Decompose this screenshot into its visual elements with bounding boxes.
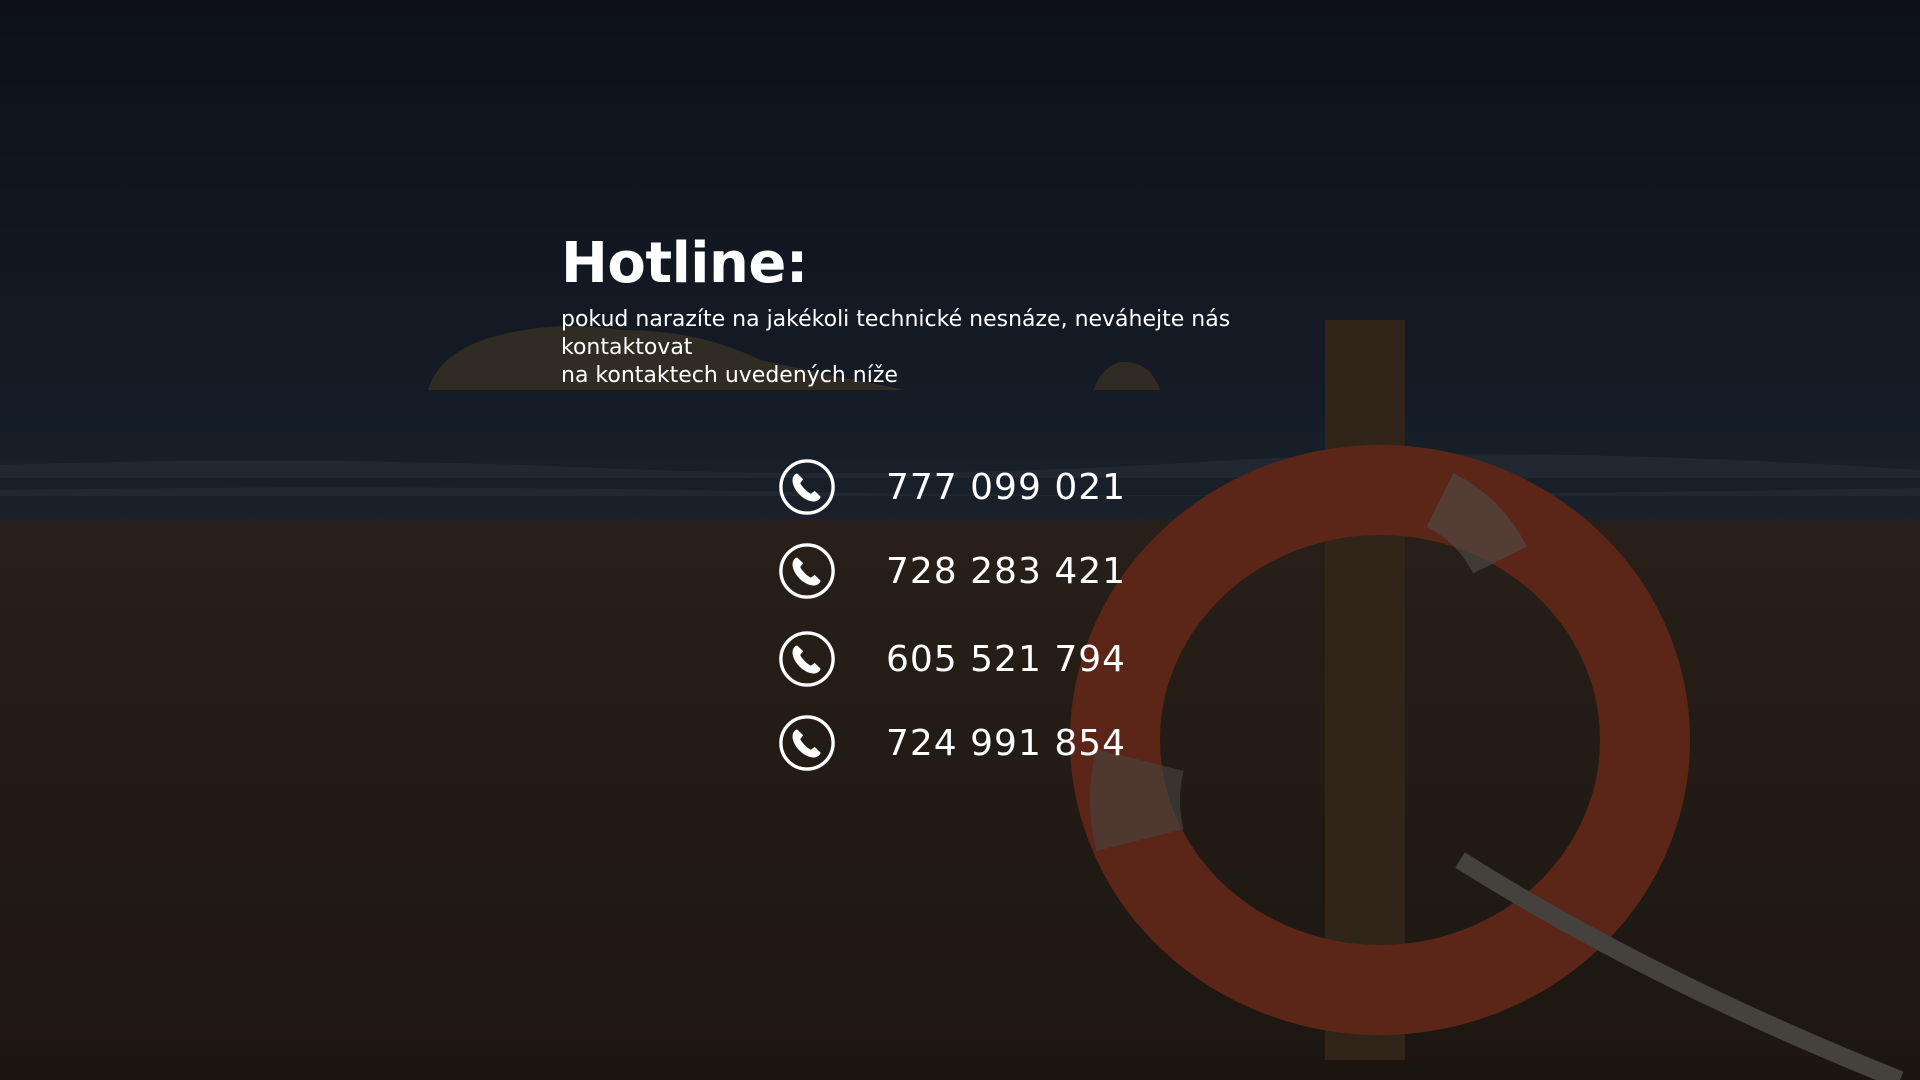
phone-number[interactable]: 777 099 021 xyxy=(886,467,1126,508)
hotline-subtitle-line-2: na kontaktech uvedených níže xyxy=(561,363,898,388)
hotline-subtitle: pokud narazíte na jakékoli technické nes… xyxy=(561,306,1361,390)
phone-item[interactable]: 605 521 794 xyxy=(778,628,1278,690)
phone-item[interactable]: 724 991 854 xyxy=(778,712,1278,774)
hotline-subtitle-line-1: pokud narazíte na jakékoli technické nes… xyxy=(561,307,1231,360)
phone-number[interactable]: 605 521 794 xyxy=(886,639,1126,680)
phone-icon xyxy=(779,459,835,515)
phone-icon xyxy=(779,543,835,599)
phone-number[interactable]: 728 283 421 xyxy=(886,551,1126,592)
phone-icon xyxy=(779,631,835,687)
hotline-title: Hotline: xyxy=(561,231,808,296)
phone-icon xyxy=(779,715,835,771)
phone-item[interactable]: 728 283 421 xyxy=(778,540,1278,602)
hotline-section: Hotline: pokud narazíte na jakékoli tech… xyxy=(0,0,1920,1080)
phone-number[interactable]: 724 991 854 xyxy=(886,723,1126,764)
phone-item[interactable]: 777 099 021 xyxy=(778,456,1278,518)
